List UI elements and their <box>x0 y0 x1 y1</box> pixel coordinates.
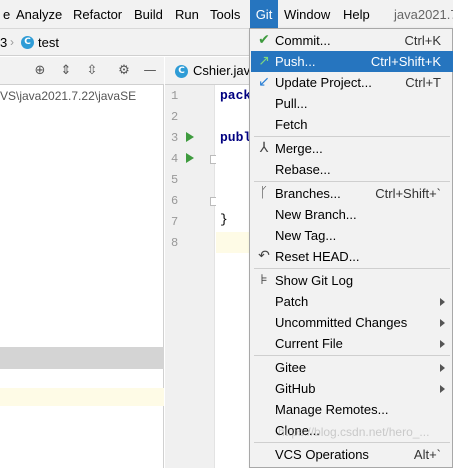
code-line[interactable]: publ <box>220 130 251 145</box>
menu-item-uncommitted-changes[interactable]: Uncommitted Changes <box>251 312 453 333</box>
menu-separator <box>254 181 450 182</box>
project-path[interactable]: VS\java2021.7.22\javaSE <box>0 89 136 103</box>
git-menu: ✔ Commit... Ctrl+K ↗ Push... Ctrl+Shift+… <box>249 28 453 468</box>
breadcrumb-partial[interactable]: 3 <box>0 29 7 56</box>
menu-refactor[interactable]: Refactor <box>69 0 126 29</box>
menu-item-reset-head[interactable]: ↶ Reset HEAD... <box>251 246 453 267</box>
menu-item-rebase[interactable]: Rebase... <box>251 159 453 180</box>
highlight-row <box>0 388 164 406</box>
menu-item-manage-remotes[interactable]: Manage Remotes... <box>251 399 453 420</box>
menu-item-update-project[interactable]: ↙ Update Project... Ctrl+T <box>251 72 453 93</box>
gear-icon[interactable]: ⚙ <box>116 63 132 79</box>
tab-cshier[interactable]: Cshier.jav <box>193 57 250 85</box>
project-title: java2021.7 <box>394 7 453 22</box>
git-log-icon: ⊧ <box>260 272 268 288</box>
submenu-arrow-icon <box>440 364 445 372</box>
submenu-arrow-icon <box>440 298 445 306</box>
menu-item-gitee[interactable]: Gitee <box>251 357 453 378</box>
menu-item-vcs-operations[interactable]: VCS Operations Alt+` <box>251 444 453 465</box>
reset-icon: ↶ <box>258 248 270 264</box>
line-number: 8 <box>171 236 179 250</box>
menu-separator <box>254 136 450 137</box>
line-number: 2 <box>171 110 179 124</box>
menu-item-show-git-log[interactable]: ⊧ Show Git Log <box>251 270 453 291</box>
watermark: https://blog.csdn.net/hero_... <box>278 425 430 439</box>
menu-item-pull[interactable]: Pull... <box>251 93 453 114</box>
push-icon: ↗ <box>258 53 270 69</box>
update-icon: ↙ <box>258 74 270 90</box>
submenu-arrow-icon <box>440 340 445 348</box>
menu-git[interactable]: Git <box>250 0 278 29</box>
branch-icon: ᚴ <box>259 185 269 201</box>
class-icon: C <box>21 36 34 49</box>
menu-analyze[interactable]: Analyze <box>12 0 66 29</box>
code-line[interactable]: pack <box>220 88 251 103</box>
expand-all-icon[interactable]: ⇕ <box>58 63 74 79</box>
menu-build[interactable]: Build <box>130 0 167 29</box>
menu-help[interactable]: Help <box>339 0 374 29</box>
minimize-icon[interactable]: — <box>142 63 158 79</box>
locate-icon[interactable]: ⊕ <box>32 63 48 79</box>
merge-icon: ⅄ <box>259 140 269 156</box>
menu-separator <box>254 355 450 356</box>
selected-row[interactable] <box>0 347 164 369</box>
class-icon: C <box>175 65 188 78</box>
breadcrumb-separator-icon: › <box>10 35 14 49</box>
menu-window[interactable]: Window <box>280 0 334 29</box>
project-panel: VS\java2021.7.22\javaSE <box>0 85 164 468</box>
run-icon[interactable] <box>186 132 194 142</box>
menu-item-new-tag[interactable]: New Tag... <box>251 225 453 246</box>
menu-item-branches[interactable]: ᚴ Branches... Ctrl+Shift+` <box>251 183 453 204</box>
submenu-arrow-icon <box>440 385 445 393</box>
menu-item-push[interactable]: ↗ Push... Ctrl+Shift+K <box>251 51 453 72</box>
commit-icon: ✔ <box>258 32 270 48</box>
menu-item-commit[interactable]: ✔ Commit... Ctrl+K <box>251 30 453 51</box>
line-number: 5 <box>171 173 179 187</box>
menu-separator <box>254 268 450 269</box>
line-number: 7 <box>171 215 179 229</box>
code-line[interactable]: } <box>220 212 228 227</box>
collapse-all-icon[interactable]: ⇳ <box>84 63 100 79</box>
line-number: 3 <box>171 131 179 145</box>
menu-item-new-branch[interactable]: New Branch... <box>251 204 453 225</box>
menu-item-merge[interactable]: ⅄ Merge... <box>251 138 453 159</box>
submenu-arrow-icon <box>440 319 445 327</box>
line-number: 4 <box>171 152 179 166</box>
menu-item-github[interactable]: GitHub <box>251 378 453 399</box>
line-number: 6 <box>171 194 179 208</box>
run-icon[interactable] <box>186 153 194 163</box>
menu-separator <box>254 442 450 443</box>
menubar: e Analyze Refactor Build Run Tools Git W… <box>0 0 453 29</box>
line-number: 1 <box>171 89 179 103</box>
menu-item-fetch[interactable]: Fetch <box>251 114 453 135</box>
menu-item-patch[interactable]: Patch <box>251 291 453 312</box>
menu-item-current-file[interactable]: Current File <box>251 333 453 354</box>
menu-run[interactable]: Run <box>171 0 203 29</box>
menu-tools[interactable]: Tools <box>206 0 244 29</box>
breadcrumb-class[interactable]: test <box>38 29 59 56</box>
project-toolbar: ⊕ ⇕ ⇳ ⚙ — <box>0 57 164 85</box>
